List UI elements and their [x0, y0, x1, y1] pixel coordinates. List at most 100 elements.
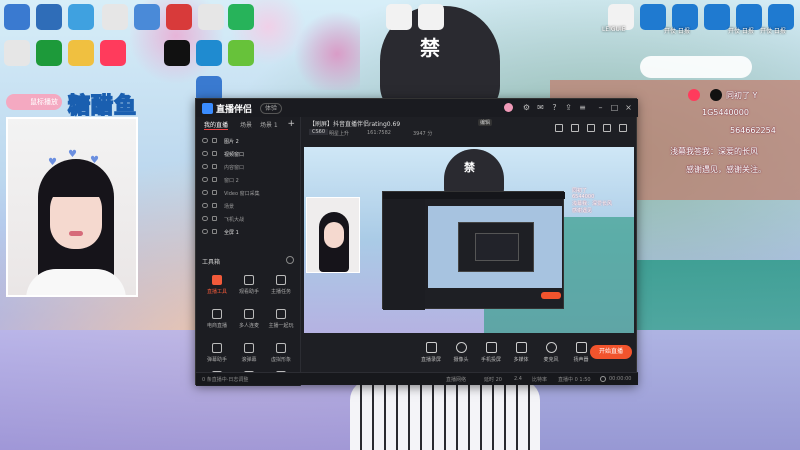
tool-multi-mic[interactable]: 多人连麦: [234, 309, 264, 333]
desktop-icon[interactable]: [166, 4, 192, 30]
desktop-icon[interactable]: [418, 4, 444, 30]
microphone-button[interactable]: 麦克风: [537, 342, 565, 368]
tool-ecommerce[interactable]: 电商直播: [202, 309, 232, 333]
edge-icon[interactable]: [196, 40, 222, 66]
eye-icon[interactable]: [202, 216, 208, 221]
start-live-button[interactable]: 开始直播: [590, 345, 632, 359]
status-item: 比特率: [532, 377, 548, 383]
lock-icon[interactable]: [212, 164, 217, 169]
eye-icon[interactable]: [202, 177, 208, 182]
settings-icon[interactable]: ⚙: [522, 103, 531, 112]
lock-icon[interactable]: [212, 216, 217, 221]
layer-name: 飞机大战: [224, 217, 245, 223]
tab-my-live[interactable]: 我的直播: [204, 120, 229, 130]
tool-virtual-avatar[interactable]: 虚拟形象: [266, 343, 296, 367]
screenshot-icon[interactable]: [587, 124, 595, 132]
desktop-icon-label: LEIGUIE: [602, 26, 626, 33]
desktop-icon[interactable]: [68, 4, 94, 30]
tool-play-together[interactable]: 主播一起玩: [266, 309, 296, 333]
stream-preview[interactable]: 禁 同初了 6544000 浅幕我：深爱长风 感谢遇见: [304, 147, 634, 333]
desktop-icon[interactable]: [198, 4, 224, 30]
app-logo-icon: [202, 103, 213, 114]
tool-label: 直播工具: [206, 289, 227, 295]
desktop-icon[interactable]: [68, 40, 94, 66]
eye-icon[interactable]: [202, 203, 208, 208]
bell-icon[interactable]: [603, 124, 611, 132]
tool-icon: [212, 275, 222, 285]
menu-icon[interactable]: ≡: [578, 103, 587, 112]
layer-item[interactable]: 全屏 1: [202, 228, 297, 238]
desktop-icon[interactable]: [36, 4, 62, 30]
desktop-icon[interactable]: [102, 4, 128, 30]
desktop-icon-label: 开仗 日报: [728, 28, 754, 35]
titlebar: 直播伴侣 体验 ⚙ ✉ ? ⇪ ≡ – □ ×: [196, 99, 638, 117]
streamer-name: 糖醋鱼: [67, 93, 138, 120]
share-icon[interactable]: ⇪: [564, 103, 573, 112]
desktop-icon[interactable]: [36, 40, 62, 66]
monitor-icon: [426, 342, 437, 353]
lock-icon[interactable]: [212, 177, 217, 182]
media-button[interactable]: 多媒体: [507, 342, 535, 368]
tab-scene-1[interactable]: 场景 1: [260, 120, 278, 129]
layer-item[interactable]: 图片 2: [202, 137, 297, 147]
tool-danmaku-helper[interactable]: 弹幕助手: [202, 343, 232, 367]
tool-watch-helper[interactable]: 观看助手: [234, 275, 264, 299]
record-icon[interactable]: [555, 124, 563, 132]
tool-scroll-danmaku[interactable]: 滚弹幕: [234, 343, 264, 367]
layer-item[interactable]: 飞机大战: [202, 215, 297, 225]
tool-label: 弹幕助手: [206, 357, 227, 363]
help-icon[interactable]: ?: [550, 103, 559, 112]
tool-label: 主播任务: [270, 289, 291, 295]
layer-item[interactable]: 视频窗口: [202, 150, 297, 160]
layer-name: 内容窗口: [224, 165, 245, 171]
desktop-icon[interactable]: [4, 40, 30, 66]
layer-item[interactable]: 场景: [202, 202, 297, 212]
lock-icon[interactable]: [212, 190, 217, 195]
preview-nested-window: [382, 191, 565, 310]
lock-icon[interactable]: [212, 138, 217, 143]
eye-icon[interactable]: [202, 151, 208, 156]
camera-button[interactable]: 摄像头: [447, 342, 475, 368]
desktop-icon[interactable]: [100, 40, 126, 66]
desktop-icon[interactable]: [228, 4, 254, 30]
lock-icon[interactable]: [212, 151, 217, 156]
desktop-icon[interactable]: [4, 4, 30, 30]
edit-title-button[interactable]: 编辑: [478, 119, 493, 126]
desktop-icon[interactable]: [704, 4, 730, 30]
share-icon[interactable]: [619, 124, 627, 132]
screen-capture-button[interactable]: 直播录屏: [417, 342, 445, 368]
stream-meta: 161:7582: [367, 130, 391, 136]
desktop-icon[interactable]: [134, 4, 160, 30]
tiktok-icon[interactable]: [164, 40, 190, 66]
nested-window-2: [458, 222, 534, 272]
eye-icon[interactable]: [202, 164, 208, 169]
close-icon[interactable]: ×: [624, 103, 633, 112]
layer-item[interactable]: Video 窗口采集: [202, 189, 297, 199]
streamer-name-overlay: 鼠标播放 糖醋鱼: [6, 92, 156, 120]
eye-icon[interactable]: [202, 190, 208, 195]
layer-item[interactable]: 内容窗口: [202, 163, 297, 173]
info-icon[interactable]: [286, 256, 294, 264]
eye-icon[interactable]: [202, 229, 208, 234]
tool-live-tools[interactable]: 直播工具: [202, 275, 232, 299]
tab-scene[interactable]: 场景: [240, 120, 252, 129]
avatar-icon[interactable]: [504, 103, 513, 112]
desktop-icon[interactable]: [228, 40, 254, 66]
add-scene-icon[interactable]: +: [287, 119, 295, 129]
maximize-icon[interactable]: □: [610, 103, 619, 112]
lock-icon[interactable]: [212, 229, 217, 234]
eye-icon[interactable]: [202, 138, 208, 143]
source-controls: 直播录屏 摄像头 手机投屏 多媒体 麦克风 扬声器 开始直播: [301, 337, 638, 371]
lock-icon[interactable]: [212, 203, 217, 208]
mic-icon: [546, 342, 557, 353]
minimize-icon[interactable]: –: [596, 103, 605, 112]
message-icon[interactable]: ✉: [536, 103, 545, 112]
desktop-icon[interactable]: [640, 4, 666, 30]
desktop-icon[interactable]: [386, 4, 412, 30]
tool-host-tasks[interactable]: 主播任务: [266, 275, 296, 299]
app-tag[interactable]: 体验: [260, 103, 283, 114]
phone-cast-button[interactable]: 手机投屏: [477, 342, 505, 368]
lock-icon[interactable]: [571, 124, 579, 132]
layer-item[interactable]: 窗口 2: [202, 176, 297, 186]
stream-title[interactable]: 【刷屏】抖音直播伴侣rating0.69: [309, 119, 400, 128]
